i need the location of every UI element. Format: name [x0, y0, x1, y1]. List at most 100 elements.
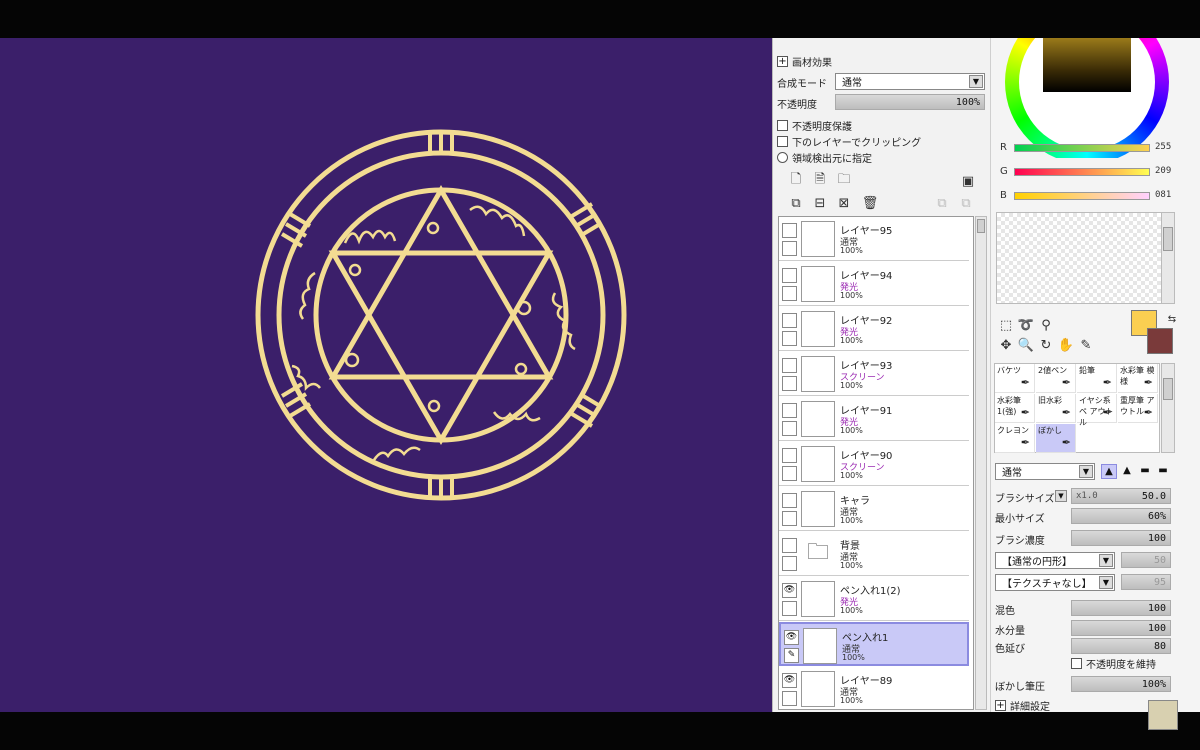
visibility-toggle[interactable]: [782, 493, 797, 508]
layer-list-scrollbar[interactable]: [975, 216, 987, 710]
brush-tool-button[interactable]: ぼかし ✒: [1036, 424, 1076, 453]
lock-toggle[interactable]: [782, 556, 797, 571]
lock-toggle[interactable]: [782, 376, 797, 391]
b-slider[interactable]: [1014, 192, 1150, 200]
new-linework-layer-icon[interactable]: 🗎: [811, 172, 829, 190]
hue-wheel[interactable]: [1005, 38, 1169, 158]
lock-toggle[interactable]: [782, 601, 797, 616]
merge-visible-icon[interactable]: ⧉: [933, 194, 951, 212]
layer-row[interactable]: キャラ 通常 100%: [779, 487, 969, 531]
saturation-value-square[interactable]: [1043, 38, 1131, 92]
layer-row[interactable]: レイヤー94 発光 100%: [779, 262, 969, 306]
edge-flat-icon[interactable]: ▬: [1155, 464, 1171, 479]
layer-row[interactable]: レイヤー91 発光 100%: [779, 397, 969, 441]
brush-tool-button[interactable]: イヤシ系ペ アウトル ✒: [1077, 394, 1117, 427]
visibility-toggle[interactable]: [782, 538, 797, 553]
zoom-icon[interactable]: 🔍: [1017, 336, 1035, 354]
brush-shape-amount[interactable]: 50: [1121, 552, 1171, 568]
blend-mode-select[interactable]: 通常 ▼: [835, 73, 985, 90]
brush-size-slider[interactable]: x1.0 50.0: [1071, 488, 1171, 504]
scratchpad-scrollbar[interactable]: [1161, 212, 1175, 304]
drawing-canvas[interactable]: [0, 38, 772, 712]
mix-slider[interactable]: 100: [1071, 600, 1171, 616]
brush-grid-scroll-thumb[interactable]: [1163, 378, 1173, 400]
brush-tool-button[interactable]: 水彩筆 1(強) ✒: [995, 394, 1035, 423]
layer-row[interactable]: 👁 ペン入れ1(2) 発光 100%: [779, 577, 969, 621]
visibility-toggle[interactable]: [782, 403, 797, 418]
visibility-toggle[interactable]: [782, 268, 797, 283]
edge-hard-icon[interactable]: ▲: [1101, 464, 1117, 479]
lock-toggle[interactable]: [782, 331, 797, 346]
brush-tool-button[interactable]: バケツ ✒: [995, 364, 1035, 393]
lock-toggle[interactable]: [782, 511, 797, 526]
detail-settings-toggle[interactable]: + 詳細設定: [995, 698, 1050, 713]
visibility-toggle[interactable]: [782, 223, 797, 238]
blur-pressure-slider[interactable]: 100%: [1071, 676, 1171, 692]
layer-row[interactable]: レイヤー95 通常 100%: [779, 217, 969, 261]
scratchpad-scroll-thumb[interactable]: [1163, 227, 1173, 251]
layer-list-scroll-thumb[interactable]: [977, 219, 985, 233]
brush-tool-button[interactable]: 鉛筆 ✒: [1077, 364, 1117, 393]
new-layer-icon[interactable]: 🗋: [787, 172, 805, 190]
lock-toggle[interactable]: [782, 466, 797, 481]
clear-layer-icon[interactable]: ⊠: [835, 194, 853, 212]
keep-opacity-checkbox[interactable]: 不透明度を維持: [1071, 656, 1156, 671]
layer-row[interactable]: レイヤー93 スクリーン 100%: [779, 352, 969, 396]
layer-row[interactable]: レイヤー92 発光 100%: [779, 307, 969, 351]
opacity-slider[interactable]: 100%: [835, 94, 985, 110]
brush-shape-select[interactable]: 【通常の円形】 ▼: [995, 552, 1115, 569]
eye-icon[interactable]: 👁: [782, 673, 797, 688]
magic-wand-icon[interactable]: ⚲: [1037, 316, 1055, 334]
delete-layer-icon[interactable]: 🗑: [861, 194, 879, 212]
panel-menu-icon[interactable]: ▣: [959, 172, 977, 190]
r-slider[interactable]: [1014, 144, 1150, 152]
size-multiplier-dropdown[interactable]: ▼: [1055, 490, 1067, 502]
color-stretch-slider[interactable]: 80: [1071, 638, 1171, 654]
min-size-slider[interactable]: 60%: [1071, 508, 1171, 524]
scratchpad[interactable]: [996, 212, 1162, 304]
brush-grid-scrollbar[interactable]: [1161, 363, 1175, 453]
paper-effect-toggle[interactable]: + 画材効果: [777, 54, 832, 69]
transfer-down-icon[interactable]: ⧉: [787, 194, 805, 212]
lock-toggle[interactable]: [782, 691, 797, 706]
new-folder-icon[interactable]: 🗀: [835, 172, 853, 190]
eye-icon[interactable]: 👁: [782, 583, 797, 598]
edge-medium-icon[interactable]: ▲: [1119, 464, 1135, 479]
copy-layer-icon[interactable]: ⧉: [957, 194, 975, 212]
move-icon[interactable]: ✥: [997, 336, 1015, 354]
water-slider[interactable]: 100: [1071, 620, 1171, 636]
brush-density-slider[interactable]: 100: [1071, 530, 1171, 546]
lock-toggle[interactable]: [782, 421, 797, 436]
texture-select[interactable]: 【テクスチャなし】 ▼: [995, 574, 1115, 591]
visibility-toggle[interactable]: [782, 358, 797, 373]
rotate-icon[interactable]: ↻: [1037, 336, 1055, 354]
texture-amount[interactable]: 95: [1121, 574, 1171, 590]
swap-colors-icon[interactable]: ⇆: [1163, 310, 1181, 328]
protect-opacity-checkbox[interactable]: 不透明度保護: [777, 118, 852, 133]
lock-toggle[interactable]: [782, 241, 797, 256]
eye-icon[interactable]: 👁: [784, 630, 799, 645]
pencil-icon[interactable]: ✎: [784, 648, 799, 663]
layer-row[interactable]: 🗀 背景 通常 100%: [779, 532, 969, 576]
eyedropper-icon[interactable]: ✎: [1077, 336, 1095, 354]
visibility-toggle[interactable]: [782, 313, 797, 328]
lock-toggle[interactable]: [782, 286, 797, 301]
brush-tool-button[interactable]: 2値ペン ✒: [1036, 364, 1076, 393]
layer-row[interactable]: 👁 レイヤー89 通常 100%: [779, 667, 969, 709]
g-slider[interactable]: [1014, 168, 1150, 176]
merge-down-icon[interactable]: ⊟: [811, 194, 829, 212]
clip-checkbox[interactable]: 下のレイヤーでクリッピング: [777, 134, 921, 149]
brush-tool-button[interactable]: 水彩筆 模様 ✒: [1118, 364, 1158, 393]
brush-mode-select[interactable]: 通常 ▼: [995, 463, 1095, 480]
rect-select-icon[interactable]: ⬚: [997, 316, 1015, 334]
hand-icon[interactable]: ✋: [1057, 336, 1075, 354]
brush-tool-button[interactable]: クレヨン ✒: [995, 424, 1035, 453]
layer-row[interactable]: 👁 ✎ ペン入れ1 通常 100%: [779, 622, 969, 666]
brush-tool-button[interactable]: 旧水彩 ✒: [1036, 394, 1076, 423]
background-color-swatch[interactable]: [1147, 328, 1173, 354]
edge-soft-icon[interactable]: ▬: [1137, 464, 1153, 479]
selection-source-radio[interactable]: 領域検出元に指定: [777, 150, 872, 165]
layer-row[interactable]: レイヤー90 スクリーン 100%: [779, 442, 969, 486]
visibility-toggle[interactable]: [782, 448, 797, 463]
lasso-icon[interactable]: ➰: [1017, 316, 1035, 334]
